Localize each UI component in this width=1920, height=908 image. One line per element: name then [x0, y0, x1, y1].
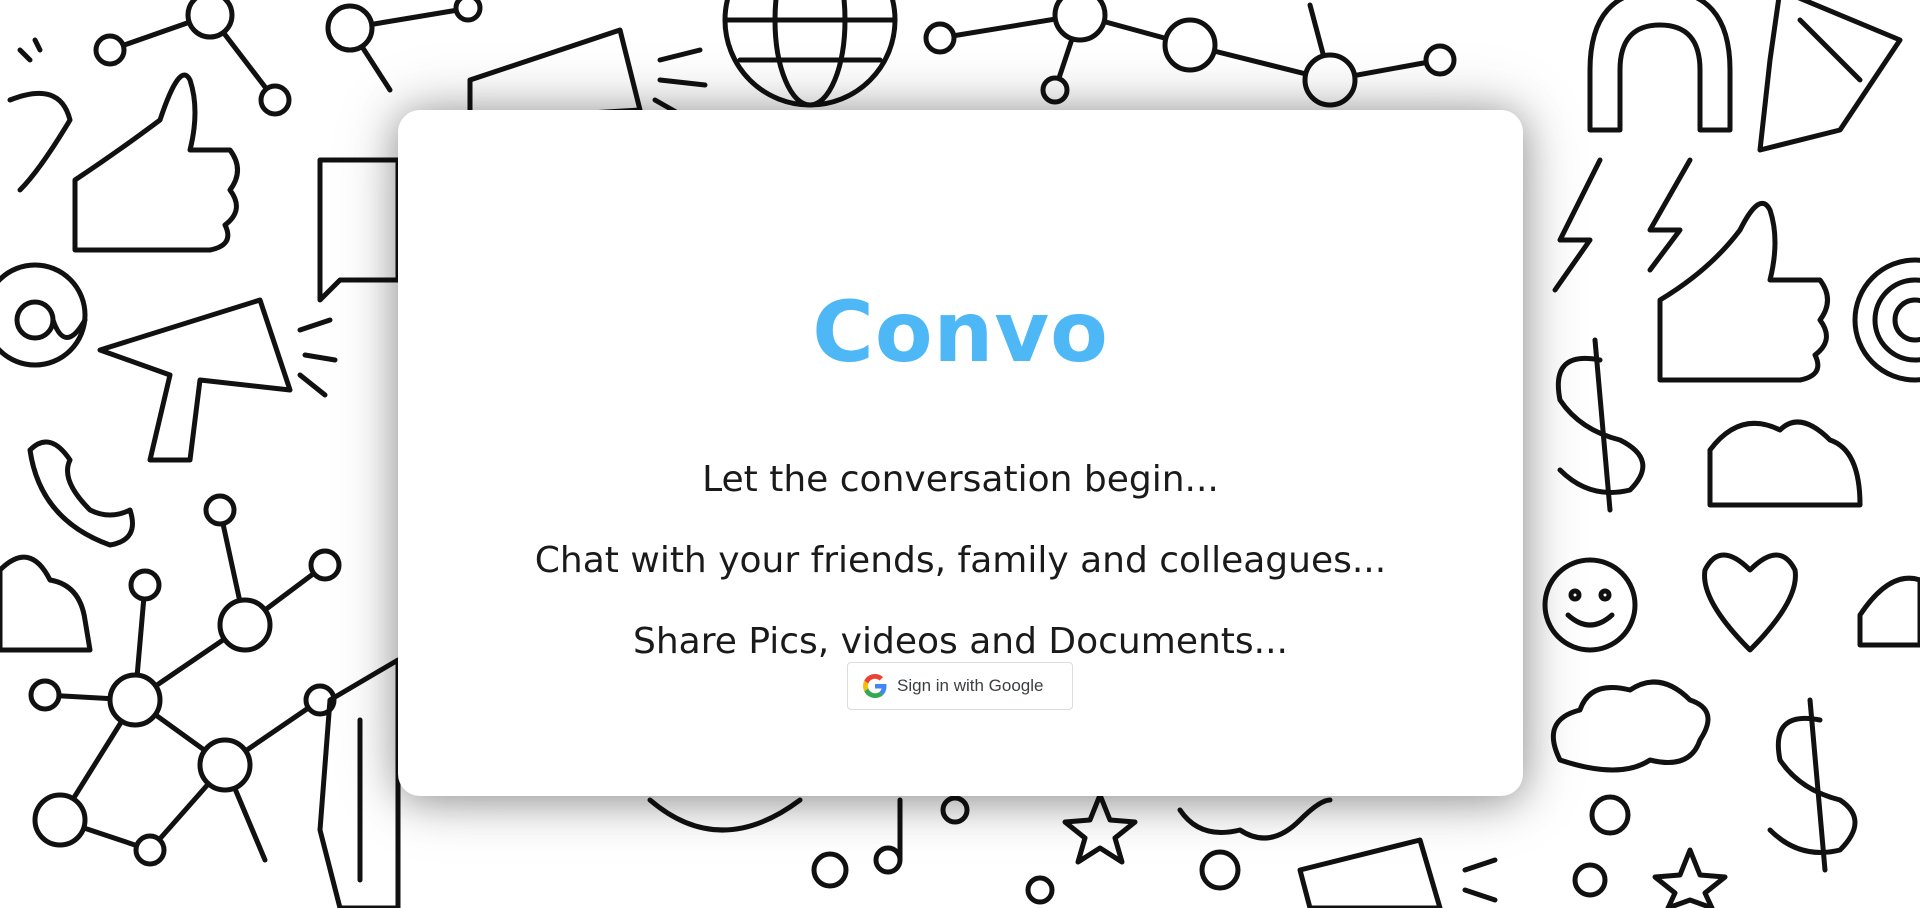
cloud-icon	[1177, 797, 1333, 841]
spiral-icon	[1852, 257, 1920, 383]
cloud-icon	[1550, 679, 1711, 773]
phone-icon	[7, 37, 135, 548]
network-icon	[93, 0, 483, 117]
speech-bubble-icon	[317, 157, 401, 303]
magnet-icon	[1587, 0, 1733, 133]
tagline-3: Share Pics, videos and Documents...	[633, 621, 1288, 662]
thumbs-up-icon	[1657, 200, 1830, 383]
smiley-icon	[1542, 557, 1638, 653]
google-sign-in-label: Sign in with Google	[897, 676, 1044, 695]
people-icon	[0, 554, 93, 653]
tagline-1: Let the conversation begin...	[702, 459, 1219, 500]
google-sign-in-button[interactable]: Sign in with Google	[847, 662, 1073, 710]
pencil-icon	[317, 657, 401, 908]
dollar-icon	[1555, 337, 1646, 513]
star-icon	[1062, 792, 1138, 865]
tagline-2: Chat with your friends, family and colle…	[534, 540, 1387, 581]
pencil-icon	[1757, 0, 1903, 153]
music-note-icon	[873, 795, 970, 875]
network-icon	[923, 0, 1457, 108]
star-icon	[1652, 847, 1728, 908]
people-icon	[1707, 419, 1863, 508]
dollar-icon	[1767, 697, 1858, 873]
megaphone-icon	[1297, 837, 1498, 908]
people-icon	[1857, 575, 1920, 648]
at-sign-icon	[0, 262, 88, 368]
globe-icon	[647, 797, 803, 833]
lightning-icon	[1552, 157, 1693, 293]
thumbs-up-icon	[72, 72, 240, 253]
heart-icon	[1702, 552, 1798, 653]
google-g-icon	[863, 674, 887, 698]
megaphone-icon	[97, 297, 338, 463]
network-icon	[28, 493, 342, 867]
megaphone-icon	[467, 27, 708, 123]
app-logo-title: Convo	[812, 283, 1109, 381]
globe-icon	[722, 0, 898, 108]
